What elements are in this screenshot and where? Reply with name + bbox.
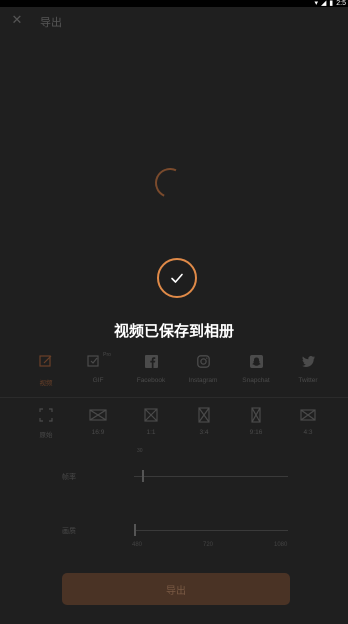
- resolution-label: 画质: [62, 528, 76, 535]
- snapchat-icon: [249, 354, 263, 368]
- fps-label: 帧率: [62, 474, 76, 481]
- close-icon[interactable]: ✕: [10, 13, 24, 27]
- pro-badge: Pro: [103, 352, 111, 358]
- format-gif[interactable]: Pro GIF: [72, 352, 124, 384]
- ratio-1-1-icon: [144, 408, 158, 422]
- format-instagram[interactable]: Instagram: [177, 352, 229, 384]
- page-title: 导出: [40, 17, 62, 29]
- ratio-9-16[interactable]: 9:16: [236, 406, 276, 436]
- resolution-tick-480: 480: [132, 542, 143, 548]
- format-snapchat[interactable]: Snapchat: [230, 352, 282, 384]
- ratio-3-4[interactable]: 3:4: [184, 406, 224, 436]
- top-bar: ✕ 导出: [0, 10, 348, 32]
- ratio-16-9-icon: [89, 409, 107, 421]
- signal-icon: ◢: [321, 0, 327, 7]
- fps-slider-handle[interactable]: [141, 470, 144, 482]
- ratio-3-4-icon: [198, 407, 210, 423]
- resolution-slider-handle[interactable]: [134, 524, 136, 536]
- section-divider: [0, 397, 348, 398]
- ratio-4-3-icon: [300, 409, 316, 421]
- fullscreen-icon: [39, 408, 53, 422]
- export-button-label: 导出: [166, 585, 186, 597]
- export-button[interactable]: 导出: [62, 573, 290, 605]
- format-facebook[interactable]: Facebook: [125, 352, 177, 384]
- status-icons: ▾ ◢ ▮ 2:5: [315, 0, 347, 7]
- ratio-1-1[interactable]: 1:1: [131, 406, 171, 436]
- ratio-original[interactable]: 原始: [26, 406, 66, 439]
- ratio-4-3[interactable]: 4:3: [288, 406, 328, 436]
- checkmark-icon: [171, 273, 183, 283]
- gif-icon: [87, 355, 99, 367]
- fps-slider-track[interactable]: [134, 476, 288, 477]
- aspect-ratio-options: 原始 16:9 1:1 3:4 9:16 4:3: [0, 406, 348, 440]
- status-bar: ▾ ◢ ▮ 2:5: [0, 0, 348, 7]
- resolution-slider-track[interactable]: [134, 530, 288, 531]
- success-check-badge: [157, 258, 197, 298]
- battery-icon: ▮: [329, 0, 334, 7]
- format-options: 视频 Pro GIF Facebook Instagram Snapchat T…: [0, 352, 348, 390]
- fps-value: 30: [137, 448, 143, 454]
- format-twitter[interactable]: Twitter: [282, 352, 334, 384]
- twitter-icon: [301, 355, 315, 367]
- status-time: 2:5: [336, 0, 346, 7]
- edit-icon: [39, 355, 52, 367]
- loading-spinner: [150, 163, 190, 203]
- resolution-tick-720: 720: [203, 542, 214, 548]
- instagram-icon: [196, 354, 210, 368]
- facebook-icon: [144, 354, 158, 368]
- ratio-16-9[interactable]: 16:9: [78, 406, 118, 436]
- toast-message: 视频已保存到相册: [113, 323, 234, 340]
- resolution-tick-1080: 1080: [274, 542, 288, 548]
- ratio-9-16-icon: [251, 407, 261, 423]
- wifi-icon: ▾: [314, 0, 319, 7]
- format-video[interactable]: 视频: [20, 352, 72, 387]
